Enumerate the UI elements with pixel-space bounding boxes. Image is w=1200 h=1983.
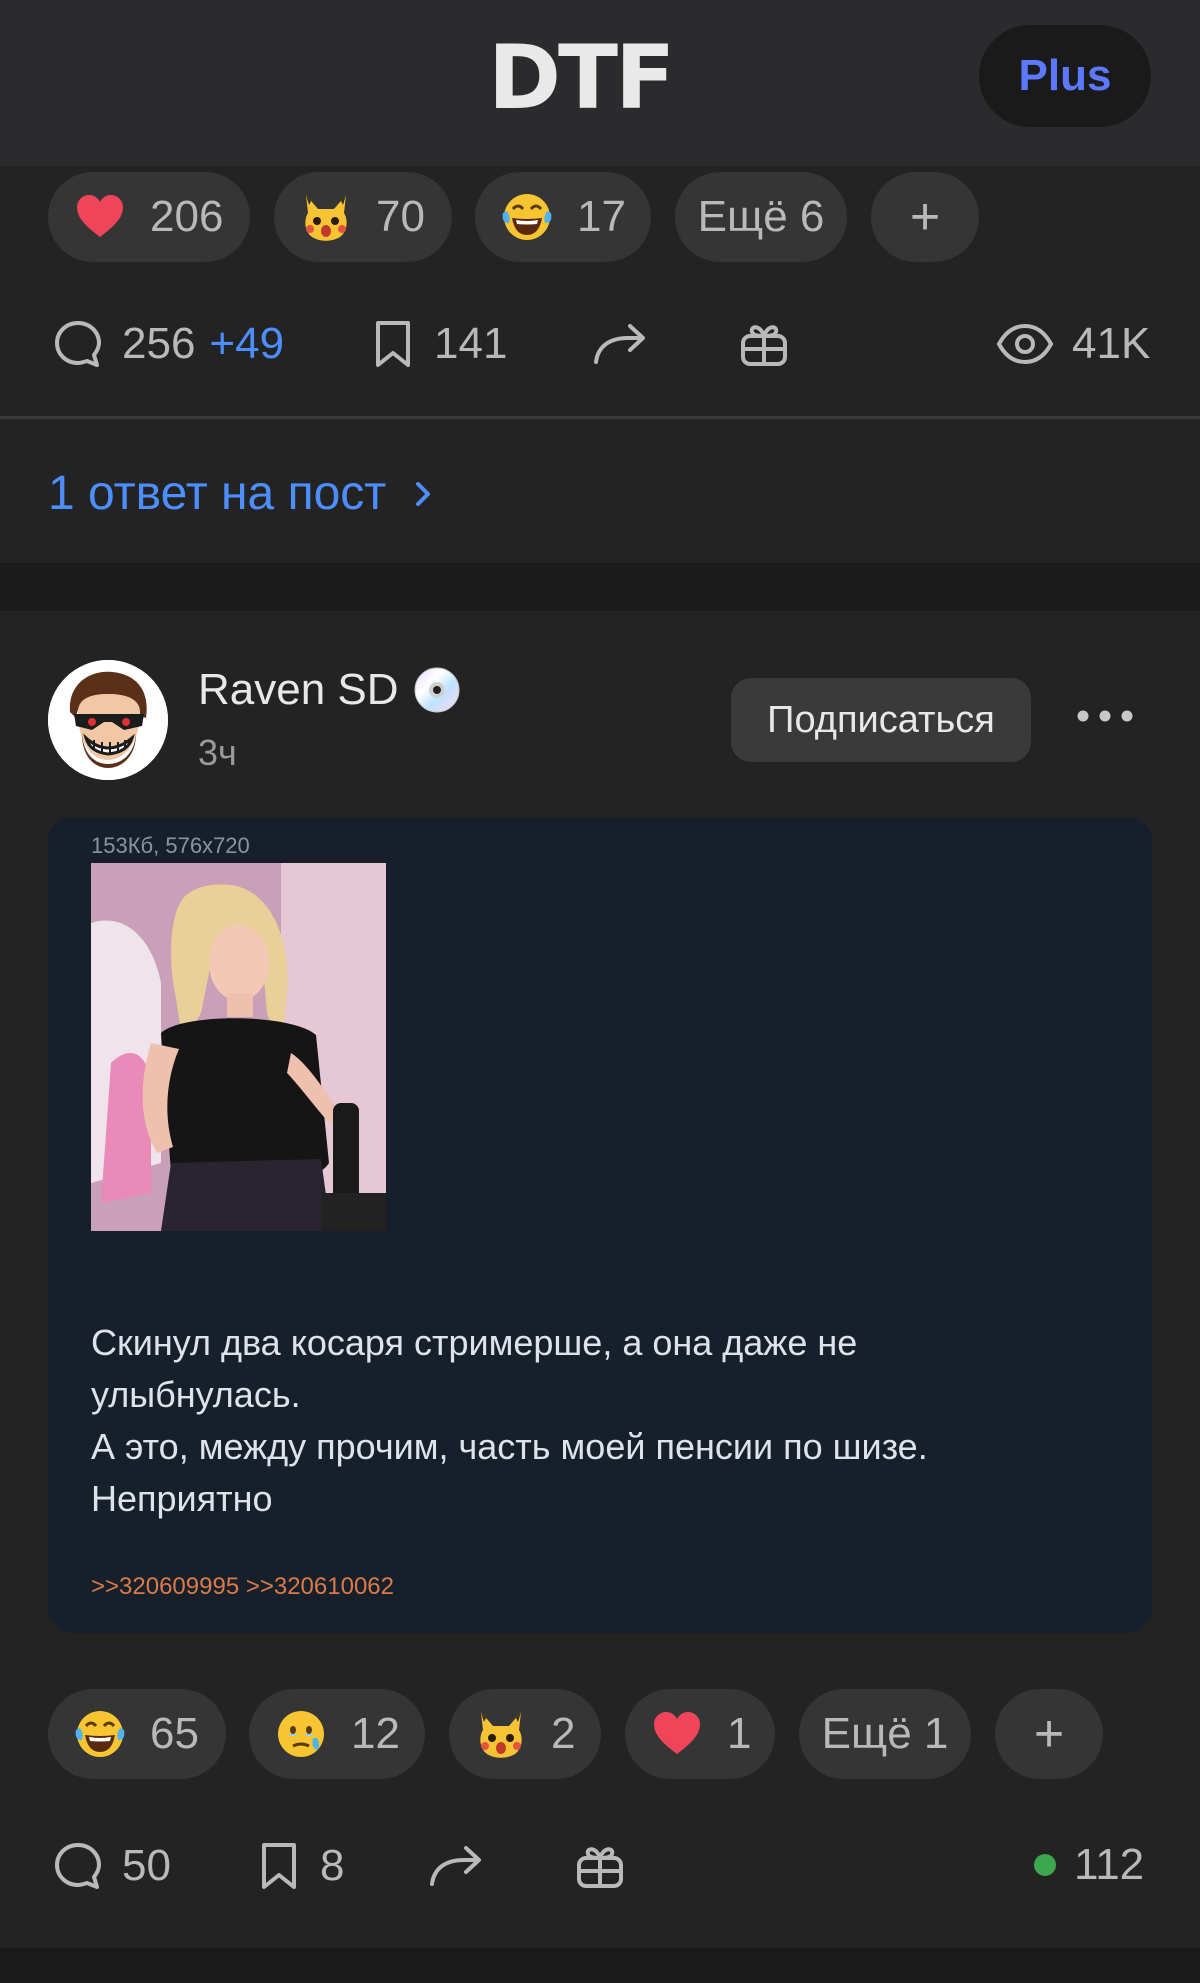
subscribe-button[interactable]: Подписаться xyxy=(731,678,1031,762)
avatar[interactable] xyxy=(48,660,168,780)
reaction-count: 70 xyxy=(376,192,425,241)
reply-references[interactable]: >>320609995 >>320610062 xyxy=(91,1573,394,1601)
comments-count: 256 xyxy=(122,319,196,368)
laughing-tears-emoji-icon xyxy=(75,1711,125,1757)
comments-stat[interactable]: 50 xyxy=(52,1840,171,1892)
reaction-count: 206 xyxy=(150,192,224,241)
holding-tears-emoji-icon xyxy=(278,1711,324,1757)
post-time: 3ч xyxy=(198,732,237,773)
reaction-count: 12 xyxy=(351,1709,400,1758)
bookmarks-count: 141 xyxy=(434,319,508,368)
more-options-button[interactable] xyxy=(1075,706,1135,731)
author-name: Raven SD xyxy=(198,665,399,714)
reaction-pikachu[interactable]: 2 xyxy=(449,1689,601,1779)
reaction-count: 2 xyxy=(551,1709,576,1758)
plus-button[interactable]: Plus xyxy=(979,25,1151,127)
bookmarks-stat[interactable]: 8 xyxy=(256,1840,344,1892)
gift-icon xyxy=(577,1847,623,1888)
add-reaction-button[interactable]: + xyxy=(995,1689,1103,1779)
share-button[interactable] xyxy=(592,318,666,370)
share-arrow-icon xyxy=(594,324,645,364)
post-card: 153Кб, 576x720 Скинул два косаря стример… xyxy=(48,817,1152,1633)
online-count: 112 xyxy=(1074,1840,1145,1889)
gift-button[interactable] xyxy=(574,1840,644,1892)
comments-count: 50 xyxy=(122,1841,171,1890)
eye-icon xyxy=(996,323,1054,365)
reaction-heart[interactable]: 206 xyxy=(48,172,250,262)
post-text: Скинул два косаря стримерше, а она даже … xyxy=(91,1322,928,1519)
add-reaction-button[interactable]: + xyxy=(871,172,979,262)
new-comments-count: +49 xyxy=(209,319,285,368)
comment-icon xyxy=(55,1843,101,1889)
avatar-image xyxy=(48,660,168,780)
more-reactions-button[interactable]: Ещё 1 xyxy=(799,1689,971,1779)
share-arrow-icon xyxy=(430,1846,481,1886)
app-header: DTF Plus xyxy=(0,0,1200,166)
reaction-heart[interactable]: 1 xyxy=(625,1689,775,1779)
divider xyxy=(0,416,1200,419)
bookmark-icon xyxy=(376,321,410,367)
post-image[interactable] xyxy=(91,863,386,1231)
replies-link[interactable]: 1 ответ на пост xyxy=(48,466,438,521)
gift-icon xyxy=(741,325,787,366)
bookmarks-stat[interactable]: 141 xyxy=(370,318,507,370)
more-dots-icon xyxy=(1077,710,1133,722)
streamer-photo xyxy=(91,863,386,1231)
share-button[interactable] xyxy=(428,1840,502,1892)
comments-stat[interactable]: 256 +49 xyxy=(52,318,284,370)
laughing-tears-emoji-icon xyxy=(502,194,552,240)
pikachu-emoji-icon xyxy=(305,195,347,241)
bookmark-icon xyxy=(262,1843,296,1889)
replies-link-label: 1 ответ на пост xyxy=(48,467,387,520)
reaction-count: 17 xyxy=(577,192,626,241)
reaction-pikachu[interactable]: 70 xyxy=(274,172,452,262)
reaction-count: 65 xyxy=(150,1709,199,1758)
reaction-holding-tears[interactable]: 12 xyxy=(249,1689,425,1779)
author-name-row[interactable]: Raven SD xyxy=(198,665,461,715)
views-stat: 41K xyxy=(996,318,1150,370)
reaction-laughing[interactable]: 65 xyxy=(48,1689,226,1779)
heart-emoji-icon xyxy=(77,195,123,237)
file-info: 153Кб, 576x720 xyxy=(91,833,250,858)
pikachu-emoji-icon xyxy=(480,1712,522,1758)
reaction-count: 1 xyxy=(727,1709,752,1758)
online-dot-icon xyxy=(1034,1854,1056,1876)
dtf-logo[interactable]: DTF xyxy=(488,28,675,128)
cd-disc-icon xyxy=(414,667,460,713)
feed-bottom-separator xyxy=(0,1948,1200,1983)
gift-button[interactable] xyxy=(738,318,808,370)
comment-icon xyxy=(55,321,101,367)
online-readers-stat: 112 xyxy=(1034,1840,1144,1890)
heart-emoji-icon xyxy=(654,1712,700,1754)
more-reactions-button[interactable]: Ещё 6 xyxy=(675,172,847,262)
views-count: 41K xyxy=(1072,319,1151,368)
bookmarks-count: 8 xyxy=(320,1841,345,1890)
post-separator xyxy=(0,563,1200,611)
reaction-laughing[interactable]: 17 xyxy=(475,172,651,262)
chevron-right-icon xyxy=(416,481,431,506)
